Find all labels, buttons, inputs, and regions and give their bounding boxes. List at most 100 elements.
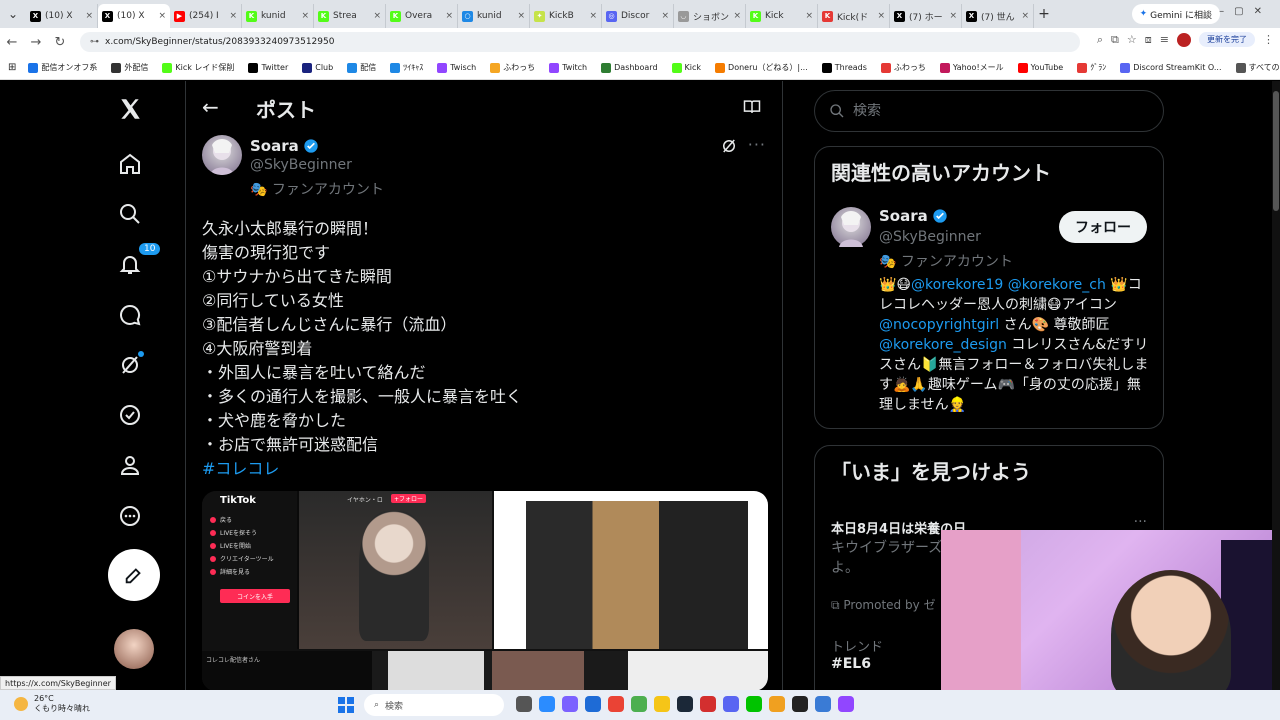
- browser-tab[interactable]: ◡ ショボン ×: [674, 4, 746, 28]
- tab-close-icon[interactable]: ×: [445, 11, 453, 21]
- bookmark-item[interactable]: すべてのブックマーク: [1235, 62, 1280, 73]
- post-more-icon[interactable]: ···: [748, 135, 766, 154]
- bio-mention-link[interactable]: @korekore_ch: [1008, 277, 1106, 293]
- taskbar-app-icon[interactable]: [838, 696, 854, 712]
- tab-close-icon[interactable]: ×: [661, 11, 669, 21]
- related-name[interactable]: Soara: [879, 207, 948, 225]
- bio-mention-link[interactable]: @korekore19: [911, 277, 1003, 293]
- scroll-thumb[interactable]: [1273, 91, 1279, 211]
- bookmark-star-icon[interactable]: ☆: [1127, 33, 1137, 46]
- premium-verified-icon[interactable]: [116, 401, 144, 429]
- bookmark-item[interactable]: ふわっち: [490, 62, 535, 73]
- bookmark-item[interactable]: Twitch: [549, 62, 587, 73]
- tab-close-icon[interactable]: ×: [1021, 11, 1029, 21]
- tab-close-icon[interactable]: ×: [373, 11, 381, 21]
- bookmark-item[interactable]: ふわっち: [880, 62, 926, 73]
- media-image-strip[interactable]: コレコレ配信者さん: [202, 651, 768, 690]
- bookmark-item[interactable]: 配信: [347, 62, 376, 73]
- taskbar-app-icon[interactable]: [516, 696, 532, 712]
- taskbar-app-icon[interactable]: [792, 696, 808, 712]
- bookmark-item[interactable]: YouTube: [1017, 62, 1063, 73]
- tab-close-icon[interactable]: ×: [301, 11, 309, 21]
- grok-explain-icon[interactable]: [720, 137, 738, 159]
- grok-icon[interactable]: [116, 351, 144, 379]
- bookmark-item[interactable]: Kick: [671, 62, 701, 73]
- compose-post-button[interactable]: [108, 549, 160, 601]
- tab-close-icon[interactable]: ×: [949, 11, 957, 21]
- bio-mention-link[interactable]: @korekore_design: [879, 337, 1007, 353]
- extensions-icon[interactable]: ⧈: [1145, 33, 1152, 47]
- browser-tab[interactable]: K Strea ×: [314, 4, 386, 28]
- trend-more-icon[interactable]: ···: [1134, 514, 1147, 530]
- tab-close-icon[interactable]: ×: [517, 11, 525, 21]
- back-arrow-icon[interactable]: ←: [202, 95, 219, 119]
- browser-tab[interactable]: X (7) ホー ×: [890, 4, 962, 28]
- author-avatar[interactable]: [202, 135, 242, 175]
- notifications-bell-icon[interactable]: 10: [116, 242, 162, 278]
- tab-close-icon[interactable]: ×: [589, 11, 597, 21]
- url-field[interactable]: ⊶ x.com/SkyBeginner/status/2083933240973…: [80, 32, 1080, 52]
- apps-grid-icon[interactable]: ⊞: [8, 62, 16, 73]
- browser-tab[interactable]: ✦ KickB ×: [530, 4, 602, 28]
- taskbar-search[interactable]: ⌕ 検索: [364, 694, 504, 716]
- taskbar-app-icon[interactable]: [631, 696, 647, 712]
- browser-tab[interactable]: K Kick ×: [746, 4, 818, 28]
- back-icon[interactable]: ←: [0, 35, 24, 50]
- browser-tab[interactable]: ○ kunid ×: [458, 4, 530, 28]
- browser-tab[interactable]: Kkunid ×: [242, 4, 314, 28]
- search-input[interactable]: [853, 103, 1133, 119]
- taskbar-app-icon[interactable]: [746, 696, 762, 712]
- bookmark-item[interactable]: ｸﾞﾗﾝ: [1077, 62, 1106, 73]
- page-scrollbar[interactable]: [1272, 81, 1280, 690]
- browser-tab[interactable]: K Overa ×: [386, 4, 458, 28]
- bookmark-item[interactable]: Kick レイド保削: [162, 62, 234, 73]
- taskbar-app-icon[interactable]: [769, 696, 785, 712]
- tab-close-icon[interactable]: ×: [805, 11, 813, 21]
- tab-close-icon[interactable]: ×: [85, 11, 93, 21]
- hashtag-link[interactable]: #コレコレ: [202, 457, 762, 481]
- author-name[interactable]: Soara: [250, 137, 319, 155]
- account-avatar[interactable]: [114, 629, 154, 669]
- browser-tab[interactable]: X (10) X ×: [98, 4, 170, 28]
- tab-close-icon[interactable]: ×: [877, 11, 885, 21]
- tab-close-icon[interactable]: ×: [229, 11, 237, 21]
- related-avatar[interactable]: [831, 207, 871, 247]
- tab-close-icon[interactable]: ×: [158, 11, 166, 21]
- taskbar-app-icon[interactable]: [585, 696, 601, 712]
- bookmark-item[interactable]: Club: [302, 62, 333, 73]
- new-tab-button[interactable]: +: [1034, 6, 1054, 22]
- taskbar-app-icon[interactable]: [815, 696, 831, 712]
- post-media-grid[interactable]: TikTok 戻る LIVEを探そう LIVEを開始 クリエイターツール 詳細を見る コ…: [202, 491, 768, 690]
- site-info-icon[interactable]: ⊶: [90, 37, 99, 47]
- explore-search-icon[interactable]: [116, 200, 144, 228]
- taskbar-app-icon[interactable]: [677, 696, 693, 712]
- window-controls[interactable]: –▢✕: [1219, 6, 1272, 17]
- browser-tab[interactable]: K Kick(ド ×: [818, 4, 890, 28]
- menu-icon[interactable]: ⋮: [1263, 33, 1274, 46]
- tab-search-icon[interactable]: ⌄: [0, 0, 26, 28]
- browser-tab[interactable]: X (7) 世ん ×: [962, 4, 1034, 28]
- profile-icon[interactable]: [116, 451, 144, 479]
- bookmark-item[interactable]: Discord StreamKit O...: [1120, 62, 1222, 73]
- bookmark-item[interactable]: Threads: [821, 62, 867, 73]
- cast-icon[interactable]: ⧉: [1111, 33, 1119, 47]
- bookmark-item[interactable]: Twisch: [437, 62, 476, 73]
- gemini-button[interactable]: ✦ Gemini に相談: [1131, 4, 1220, 24]
- trend-tag[interactable]: #EL6: [831, 656, 871, 672]
- more-options-icon[interactable]: [116, 502, 144, 530]
- zoom-icon[interactable]: ⌕: [1097, 33, 1103, 47]
- windows-start-icon[interactable]: [338, 697, 354, 713]
- profile-avatar[interactable]: [1177, 32, 1191, 47]
- taskbar-app-icon[interactable]: [539, 696, 555, 712]
- tab-close-icon[interactable]: ×: [733, 11, 741, 21]
- search-box[interactable]: [814, 90, 1164, 132]
- bookmark-item[interactable]: Doneru（どねる）|...: [715, 62, 808, 73]
- taskbar-app-icon[interactable]: [723, 696, 739, 712]
- taskbar-app-icon[interactable]: [608, 696, 624, 712]
- bookmark-item[interactable]: 配信オンオフ系: [28, 62, 97, 73]
- bio-mention-link[interactable]: @nocopyrightgirl: [879, 317, 999, 333]
- update-button[interactable]: 更新を完了: [1199, 32, 1255, 47]
- x-logo-icon[interactable]: [116, 95, 144, 123]
- browser-tab[interactable]: X (10) X ×: [26, 4, 98, 28]
- taskbar-app-icon[interactable]: [654, 696, 670, 712]
